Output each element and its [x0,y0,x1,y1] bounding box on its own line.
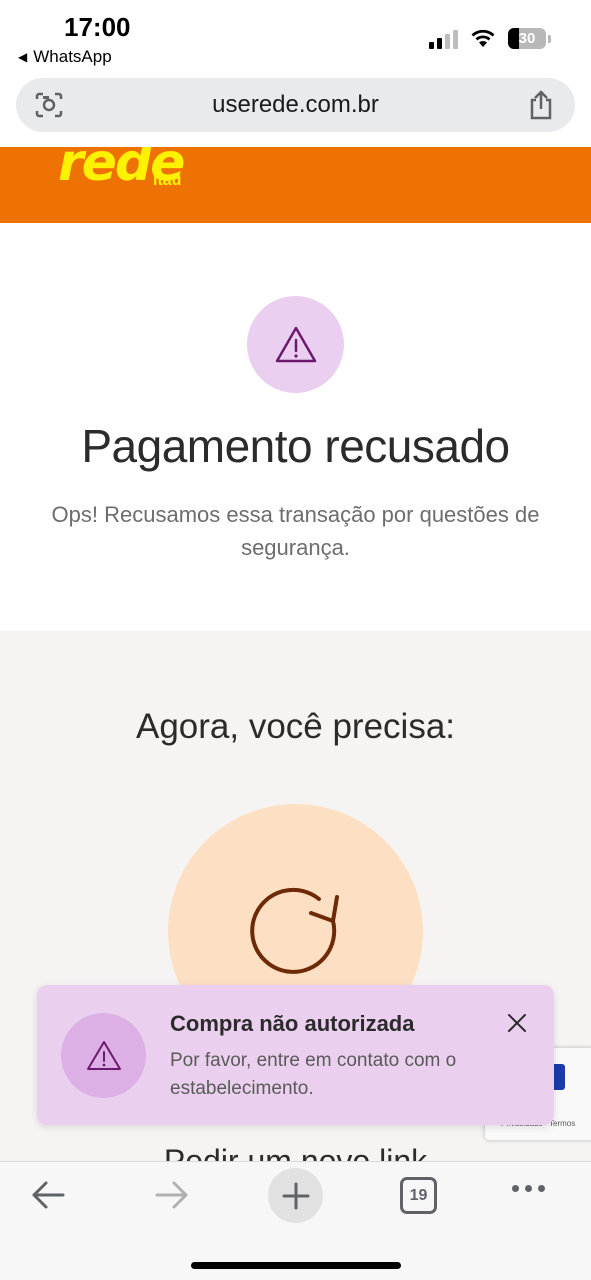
rede-logo-sub: Itaú [153,172,182,189]
arrow-left-icon[interactable] [30,1179,66,1211]
back-app-label: WhatsApp [33,47,112,66]
url-text: userede.com.br [212,91,379,118]
home-indicator [191,1262,401,1269]
back-to-app-link[interactable]: ◀ WhatsApp [18,47,112,67]
battery-tip [548,34,551,43]
site-header: rede Itaú [0,147,591,223]
close-icon[interactable] [505,1011,529,1035]
plus-icon [282,1182,309,1209]
battery-icon: 30 [508,28,546,49]
next-steps-title: Agora, você precisa: [135,707,456,746]
arrow-right-icon[interactable] [154,1179,190,1211]
battery-level: 30 [518,30,536,47]
warning-icon [275,326,316,362]
address-bar[interactable]: userede.com.br [16,78,575,132]
error-toast: Compra não autorizada Por favor, entre e… [37,985,554,1125]
status-icons: 30 [429,28,551,49]
back-triangle-icon: ◀ [18,50,28,64]
warning-icon [86,1040,121,1070]
more-icon[interactable] [512,1185,545,1192]
tabs-button[interactable]: 19 [400,1177,437,1214]
status-bar: 17:00 ◀ WhatsApp 30 [0,0,591,76]
refresh-icon [249,887,339,974]
page-title: Pagamento recusado [81,420,510,472]
browser-toolbar: 19 [0,1161,591,1280]
error-description: Ops! Recusamos essa transação por questõ… [51,502,540,560]
signal-icon [429,29,458,49]
share-icon[interactable] [527,89,555,121]
new-tab-button[interactable] [268,1168,323,1223]
toast-title: Compra não autorizada [170,1011,415,1036]
toast-message: Por favor, entre em contato com o estabe… [170,1050,457,1099]
warning-badge [247,296,344,393]
wifi-icon [471,29,495,47]
toast-warning-badge [61,1013,146,1098]
status-time: 17:00 [64,12,131,42]
recaptcha-terms-link[interactable]: Termos [549,1119,575,1128]
step-label: Pedir um novo link [163,1143,428,1161]
error-section: Pagamento recusado Ops! Recusamos essa t… [0,223,591,631]
